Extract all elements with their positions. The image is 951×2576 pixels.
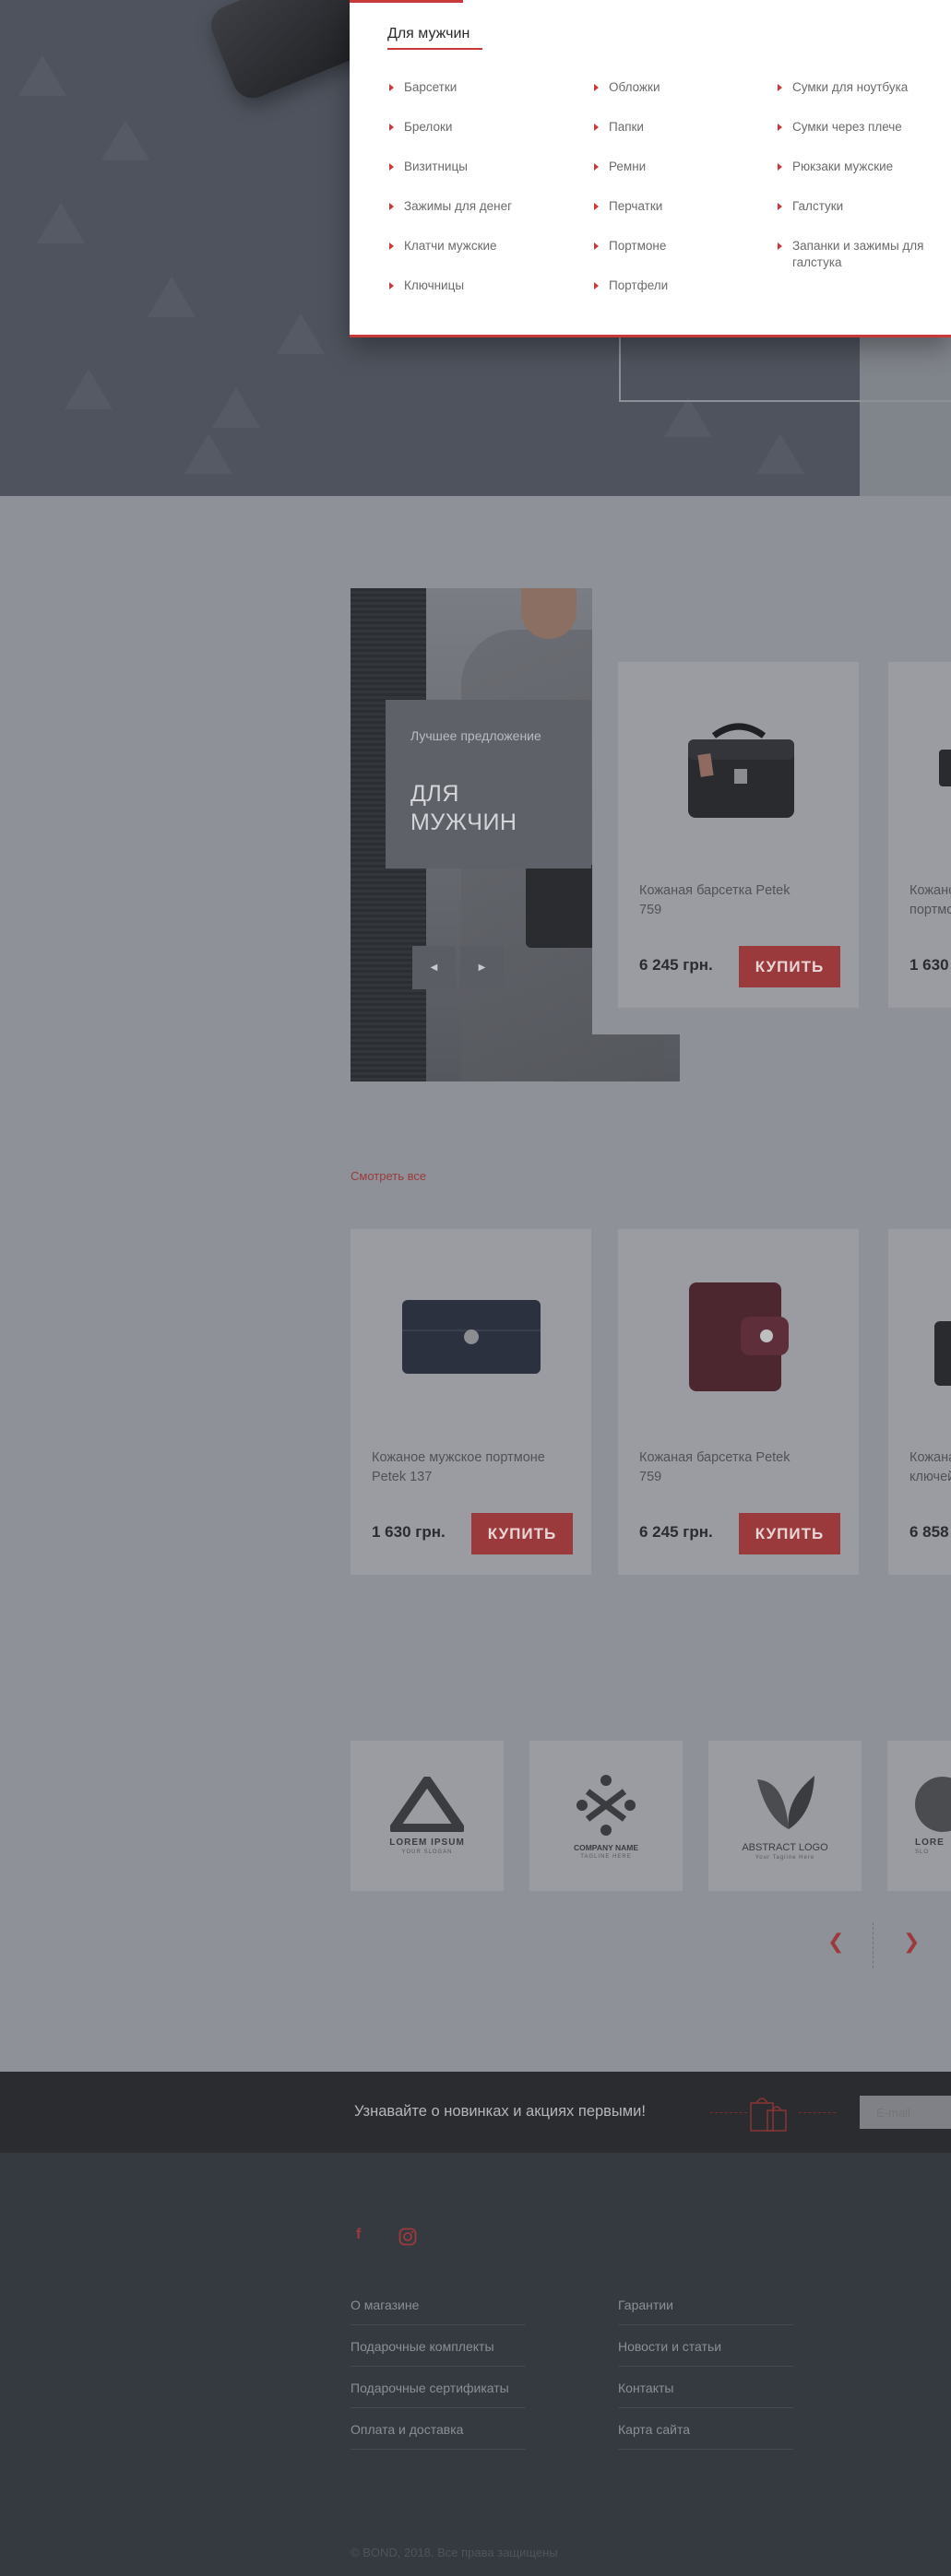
- menu-item[interactable]: Барсетки: [387, 79, 572, 119]
- mega-menu-title[interactable]: Для мужчин: [387, 26, 470, 42]
- brand-logo-card[interactable]: LOREM IPSUM YOUR SLOGAN: [351, 1741, 504, 1891]
- menu-item[interactable]: Обложки: [592, 79, 777, 119]
- people-logo-icon: [577, 1774, 636, 1836]
- product-price: 6 858: [909, 1523, 949, 1541]
- menu-item[interactable]: Галстуки: [776, 198, 933, 238]
- product-price: 1 630: [909, 956, 949, 974]
- dash-left: [710, 2112, 747, 2113]
- title-underline: [387, 48, 482, 50]
- promo-title: ДЛЯ МУЖЧИН: [410, 781, 517, 835]
- brand-logo-card[interactable]: LORE SLO: [887, 1741, 951, 1891]
- menu-column-1: Барсетки Брелоки Визитницы Зажимы для де…: [387, 79, 572, 317]
- menu-item[interactable]: Запанки и зажимы для галстука: [776, 238, 933, 278]
- instagram-icon[interactable]: [398, 2227, 417, 2246]
- copyright: © BOND, 2018. Все права защищены: [351, 2546, 558, 2559]
- brand-logo-card[interactable]: COMPANY NAME TAGLINE HERE: [529, 1741, 683, 1891]
- shopping-bags-icon: [750, 2097, 787, 2132]
- menu-item[interactable]: Портмоне: [592, 238, 777, 278]
- newsletter-text: Узнавайте о новинках и акциях первыми!: [354, 2103, 646, 2120]
- product-card[interactable]: Кожаное мужское портмоне Petek 137 1 630…: [351, 1229, 591, 1575]
- product-image: [351, 1229, 591, 1441]
- facebook-icon[interactable]: f: [356, 2227, 361, 2243]
- menu-item[interactable]: Зажимы для денег: [387, 198, 572, 238]
- menu-item[interactable]: Рюкзаки мужские: [776, 159, 933, 198]
- product-name[interactable]: Кожаная барсетка Petek 759: [639, 881, 814, 920]
- footer-link[interactable]: О магазине: [351, 2298, 526, 2325]
- buy-button[interactable]: КУПИТЬ: [471, 1513, 573, 1554]
- active-tab-indicator: [350, 0, 463, 3]
- footer-link[interactable]: Гарантии: [618, 2298, 793, 2325]
- menu-column-2: Обложки Папки Ремни Перчатки Портмоне По…: [592, 79, 777, 317]
- footer-link[interactable]: Подарочные сертификаты: [351, 2381, 526, 2408]
- chevron-right-icon[interactable]: ❯: [903, 1930, 920, 1954]
- brand-tagline: SLO: [915, 1849, 930, 1855]
- footer-link[interactable]: Подарочные комплекты: [351, 2339, 526, 2367]
- buy-button[interactable]: КУПИТЬ: [739, 946, 840, 987]
- brand-name: LORE: [915, 1837, 945, 1848]
- menu-item[interactable]: Ремни: [592, 159, 777, 198]
- brand-logo-card[interactable]: ABSTRACT LOGO Your Tagline Here: [708, 1741, 862, 1891]
- menu-item[interactable]: Клатчи мужские: [387, 238, 572, 278]
- product-card[interactable]: Кожаная барсетка Petek 759 6 245 грн. КУ…: [618, 1229, 859, 1575]
- footer-link[interactable]: Карта сайта: [618, 2422, 793, 2450]
- menu-item[interactable]: Брелоки: [387, 119, 572, 159]
- circle-logo-icon: [915, 1777, 951, 1832]
- product-card[interactable]: Кожаное мужское портмоне 1 630: [888, 662, 951, 1008]
- product-name[interactable]: Кожаное мужское портмоне: [909, 881, 951, 920]
- footer-link[interactable]: Новости и статьи: [618, 2339, 793, 2367]
- leaf-logo-icon: [757, 1775, 814, 1829]
- arrow-right-icon[interactable]: ▶: [460, 946, 504, 989]
- menu-column-3: Сумки для ноутбука Сумки через плече Рюк…: [776, 79, 933, 278]
- footer: f О магазине Подарочные комплекты Подаро…: [0, 2153, 951, 2576]
- footer-link[interactable]: Контакты: [618, 2381, 793, 2408]
- arrow-left-icon[interactable]: ◀: [412, 946, 456, 989]
- buy-button[interactable]: КУПИТЬ: [739, 1513, 840, 1554]
- menu-item[interactable]: Сумки через плече: [776, 119, 933, 159]
- menu-item[interactable]: Портфели: [592, 278, 777, 317]
- brand-name: LOREM IPSUM: [389, 1837, 465, 1848]
- dash-right: [799, 2112, 836, 2113]
- product-price: 6 245 грн.: [639, 1523, 713, 1541]
- menu-item[interactable]: Сумки для ноутбука: [776, 79, 933, 119]
- nav-divider: [873, 1922, 874, 1968]
- product-card[interactable]: Кожаная ключница для ключей 6 858: [888, 1229, 951, 1575]
- see-all-link[interactable]: Смотреть все: [351, 1169, 426, 1183]
- product-name[interactable]: Кожаное мужское портмоне Petek 137: [372, 1448, 547, 1487]
- menu-item[interactable]: Визитницы: [387, 159, 572, 198]
- product-name[interactable]: Кожаная барсетка Petek 759: [639, 1448, 814, 1487]
- newsletter-bar: Узнавайте о новинках и акциях первыми!: [0, 2072, 951, 2153]
- product-image: [618, 1229, 859, 1441]
- triangle-logo-icon: [390, 1777, 464, 1832]
- product-price: 1 630 грн.: [372, 1523, 446, 1541]
- product-price: 6 245 грн.: [639, 956, 713, 974]
- brand-tagline: TAGLINE HERE: [580, 1853, 632, 1860]
- menu-item[interactable]: Перчатки: [592, 198, 777, 238]
- brand-tagline: YOUR SLOGAN: [401, 1849, 453, 1855]
- product-card[interactable]: Кожаная барсетка Petek 759 6 245 грн. КУ…: [618, 662, 859, 1008]
- brand-tagline: Your Tagline Here: [755, 1854, 815, 1861]
- chevron-left-icon[interactable]: ❮: [827, 1930, 844, 1954]
- menu-item[interactable]: Папки: [592, 119, 777, 159]
- product-name[interactable]: Кожаная ключница для ключей: [909, 1448, 951, 1487]
- promo-subtitle: Лучшее предложение: [410, 728, 541, 743]
- menu-item[interactable]: Ключницы: [387, 278, 572, 317]
- mega-menu: Для мужчин Барсетки Брелоки Визитницы За…: [350, 0, 951, 337]
- product-image: [618, 662, 859, 874]
- brand-name: COMPANY NAME: [573, 1842, 639, 1852]
- email-field[interactable]: [860, 2096, 951, 2129]
- footer-link[interactable]: Оплата и доставка: [351, 2422, 526, 2450]
- brand-name: ABSTRACT LOGO: [742, 1841, 828, 1853]
